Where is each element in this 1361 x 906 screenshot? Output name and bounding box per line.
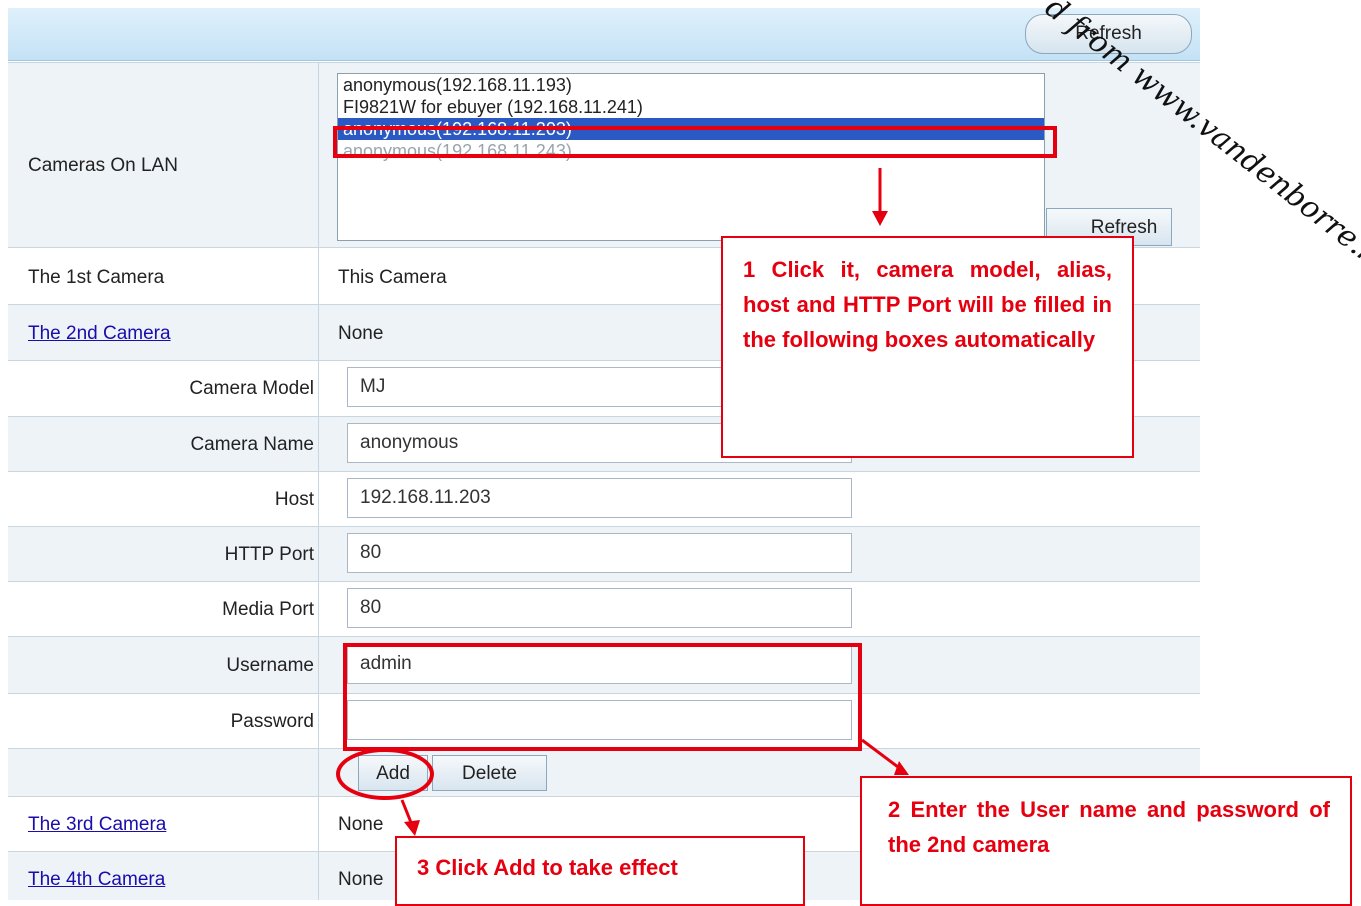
arrow-three-head xyxy=(404,820,420,836)
arrow-two-head xyxy=(894,761,909,775)
callout-arrows xyxy=(400,168,909,836)
arrow-one-head xyxy=(872,211,888,226)
callout-step-two: 2 Enter the User name and password of th… xyxy=(860,776,1352,906)
callout-step-three: 3 Click Add to take effect xyxy=(395,836,805,906)
callout-step-one: 1 Click it, camera model, alias, host an… xyxy=(721,236,1134,458)
arrow-two-shaft xyxy=(861,738,903,772)
